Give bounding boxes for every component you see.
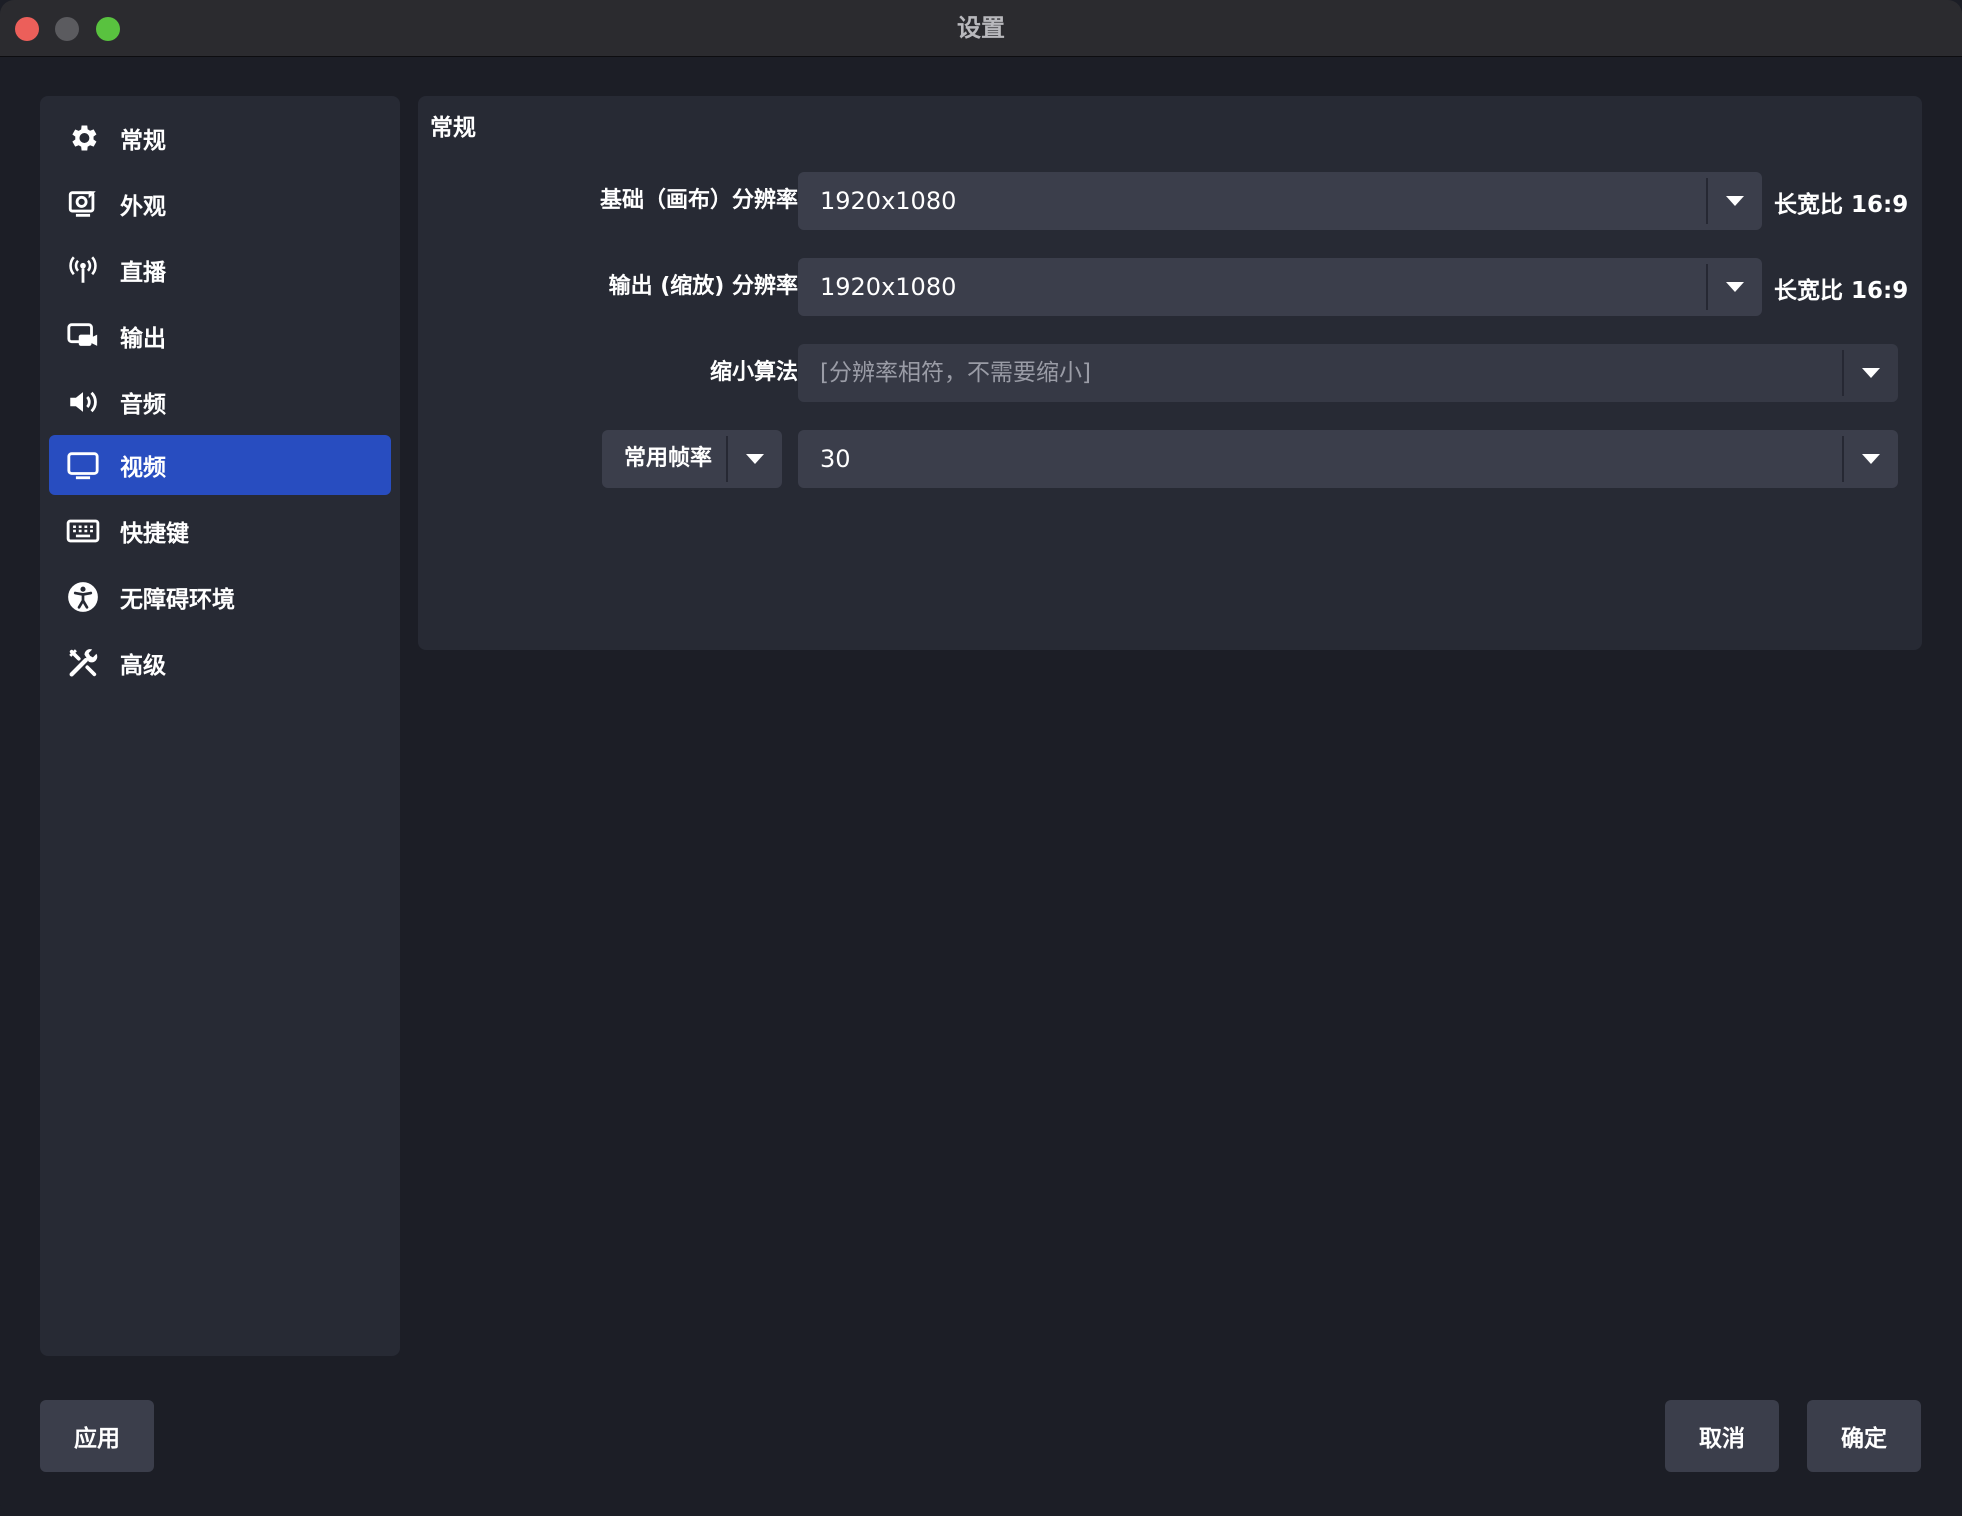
aspect-ratio-value: 16:9 <box>1851 192 1909 218</box>
sidebar-item-label: 输出 <box>120 326 166 352</box>
sidebar-item-label: 快捷键 <box>120 521 189 547</box>
sidebar-item-appearance[interactable]: 外观 <box>49 174 391 234</box>
fps-value: 30 <box>820 445 851 473</box>
speaker-icon <box>65 384 101 420</box>
sidebar-item-label: 外观 <box>120 194 166 220</box>
aspect-ratio-value: 16:9 <box>1851 278 1909 304</box>
chevron-down-icon[interactable] <box>728 430 782 488</box>
aspect-ratio-label: 长宽比 <box>1774 278 1843 304</box>
sidebar-item-video[interactable]: 视频 <box>49 435 391 495</box>
title-bar: 设置 <box>0 0 1962 57</box>
output-resolution-label: 输出 (缩放) 分辨率 <box>608 274 798 299</box>
sidebar-item-label: 无障碍环境 <box>120 587 235 613</box>
aspect-ratio-label: 长宽比 <box>1774 192 1843 218</box>
sidebar-item-accessibility[interactable]: 无障碍环境 <box>49 567 391 627</box>
sidebar-item-label: 视频 <box>120 455 166 481</box>
downscale-filter-combobox[interactable]: [分辨率相符，不需要缩小] <box>798 344 1898 402</box>
chevron-down-icon[interactable] <box>1844 344 1898 402</box>
output-resolution-combobox[interactable]: 1920x1080 <box>798 258 1762 316</box>
chevron-down-icon[interactable] <box>1708 258 1762 316</box>
downscale-filter-value: [分辨率相符，不需要缩小] <box>820 360 1091 386</box>
settings-window: 设置 常规 外观 直播 输出 音频 视频 快捷键 无障碍环境 高级 常规 基础（… <box>0 0 1962 1516</box>
apply-button[interactable]: 应用 <box>40 1400 154 1472</box>
sidebar-item-output[interactable]: 输出 <box>49 306 391 366</box>
base-resolution-value: 1920x1080 <box>820 187 957 215</box>
fps-type-combobox[interactable]: 常用帧率 <box>602 430 782 488</box>
base-resolution-label: 基础（画布）分辨率 <box>599 188 798 213</box>
section-title: 常规 <box>430 115 476 141</box>
window-title: 设置 <box>957 14 1005 42</box>
output-icon <box>65 318 101 354</box>
gear-icon <box>65 120 101 156</box>
sidebar-item-advanced[interactable]: 高级 <box>49 633 391 693</box>
tools-icon <box>65 645 101 681</box>
sidebar-item-audio[interactable]: 音频 <box>49 372 391 432</box>
accessibility-icon <box>65 579 101 615</box>
fps-value-combobox[interactable]: 30 <box>798 430 1898 488</box>
downscale-filter-label: 缩小算法 <box>709 360 798 385</box>
appearance-icon <box>65 186 101 222</box>
monitor-icon <box>65 447 101 483</box>
chevron-down-icon[interactable] <box>1708 172 1762 230</box>
base-resolution-combobox[interactable]: 1920x1080 <box>798 172 1762 230</box>
chevron-down-icon[interactable] <box>1844 430 1898 488</box>
fps-type-value: 常用帧率 <box>624 446 713 471</box>
sidebar-item-label: 直播 <box>120 260 166 286</box>
sidebar: 常规 外观 直播 输出 音频 视频 快捷键 无障碍环境 高级 <box>40 96 400 1356</box>
output-aspect-ratio: 长宽比 16:9 <box>1774 271 1908 305</box>
video-settings-panel: 常规 基础（画布）分辨率 1920x1080 长宽比 16:9 输出 (缩放) … <box>418 96 1922 650</box>
ok-button[interactable]: 确定 <box>1807 1400 1921 1472</box>
keyboard-icon <box>65 513 101 549</box>
cancel-button[interactable]: 取消 <box>1665 1400 1779 1472</box>
sidebar-item-label: 高级 <box>120 653 166 679</box>
output-resolution-value: 1920x1080 <box>820 273 957 301</box>
sidebar-item-label: 常规 <box>120 128 166 154</box>
base-aspect-ratio: 长宽比 16:9 <box>1774 185 1908 219</box>
sidebar-item-label: 音频 <box>120 392 166 418</box>
sidebar-item-general[interactable]: 常规 <box>49 108 391 168</box>
antenna-icon <box>65 252 101 288</box>
sidebar-item-hotkeys[interactable]: 快捷键 <box>49 501 391 561</box>
sidebar-item-stream[interactable]: 直播 <box>49 240 391 300</box>
